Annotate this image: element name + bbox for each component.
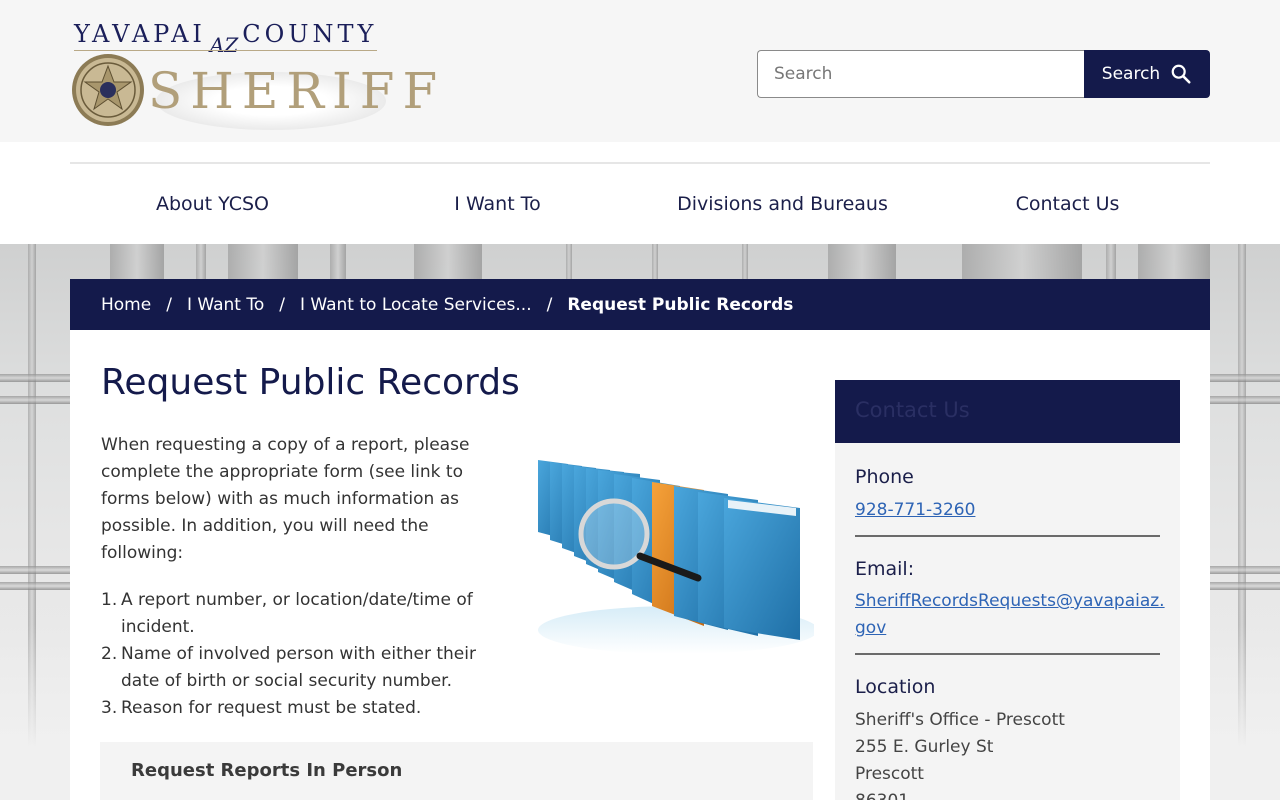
sheriff-badge-icon xyxy=(72,54,144,126)
list-item: 3. Reason for request must be stated. xyxy=(101,698,422,718)
search-icon xyxy=(1171,64,1191,84)
list-item: 2. Name of involved person with either th… xyxy=(101,644,476,691)
location-zip: 86301 xyxy=(855,788,909,800)
nav-item-about-ycso[interactable]: About YCSO xyxy=(70,164,355,244)
breadcrumb-current-page: Request Public Records xyxy=(567,294,794,315)
email-link[interactable]: SheriffRecordsRequests@yavapaiaz. gov xyxy=(855,588,1165,642)
section-title: Request Reports In Person xyxy=(131,760,403,781)
phone-label: Phone xyxy=(855,466,914,488)
site-header: YAVAPAI AZ COUNTY SHERIFF Search xyxy=(0,0,1280,142)
main-content: Request Public Records When requesting a… xyxy=(70,330,1210,800)
search-input[interactable] xyxy=(757,50,1087,98)
location-name: Sheriff's Office - Prescott xyxy=(855,710,1065,730)
breadcrumb-separator: / xyxy=(279,294,285,315)
breadcrumb-separator: / xyxy=(546,294,553,315)
contact-sidebar: Contact Us Phone 928-771-3260 Email: She… xyxy=(835,380,1180,800)
sidebar-title: Contact Us xyxy=(855,398,970,422)
search-form: Search xyxy=(757,50,1210,98)
breadcrumb-i-want-to[interactable]: I Want To xyxy=(187,295,264,315)
breadcrumb-separator: / xyxy=(166,294,172,315)
location-street: 255 E. Gurley St xyxy=(855,737,994,757)
nav-item-contact-us[interactable]: Contact Us xyxy=(925,164,1210,244)
list-item: 1. A report number, or location/date/time… xyxy=(101,590,473,637)
sidebar-header: Contact Us xyxy=(835,380,1180,443)
sidebar-divider xyxy=(855,653,1160,655)
sheriff-logo[interactable]: YAVAPAI AZ COUNTY SHERIFF xyxy=(70,18,437,134)
breadcrumb-home[interactable]: Home xyxy=(101,295,151,315)
email-label: Email: xyxy=(855,558,915,580)
breadcrumb: Home / I Want To / I Want to Locate Serv… xyxy=(70,279,1210,330)
nav-item-divisions-and-bureaus[interactable]: Divisions and Bureaus xyxy=(640,164,925,244)
location-city: Prescott xyxy=(855,764,924,784)
request-in-person-section[interactable]: Request Reports In Person xyxy=(100,742,813,800)
intro-paragraph: When requesting a copy of a report, plea… xyxy=(101,435,470,563)
nav-menu: About YCSO I Want To Divisions and Burea… xyxy=(70,164,1210,244)
search-button[interactable]: Search xyxy=(1084,50,1210,98)
logo-county-text: YAVAPAI AZ COUNTY xyxy=(74,20,378,57)
page-title: Request Public Records xyxy=(101,362,520,403)
folders-magnifier-image xyxy=(538,460,814,654)
main-navigation: About YCSO I Want To Divisions and Burea… xyxy=(0,142,1280,244)
location-label: Location xyxy=(855,676,936,698)
sidebar-divider xyxy=(855,535,1160,537)
requirements-list: 1. A report number, or location/date/time… xyxy=(101,587,491,722)
phone-link[interactable]: 928-771-3260 xyxy=(855,497,975,524)
breadcrumb-locate-services[interactable]: I Want to Locate Services... xyxy=(300,295,532,315)
logo-sheriff-text: SHERIFF xyxy=(148,62,446,120)
nav-item-i-want-to[interactable]: I Want To xyxy=(355,164,640,244)
